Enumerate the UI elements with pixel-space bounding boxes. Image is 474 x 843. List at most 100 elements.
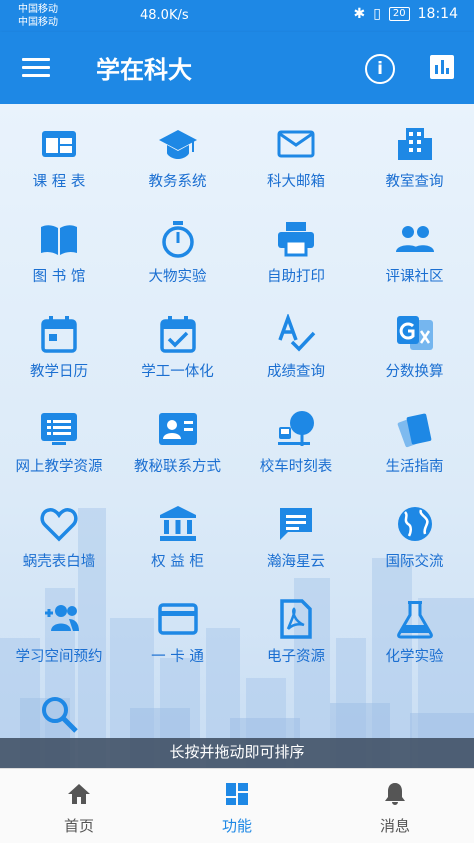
feature-label: 图 书 馆 (32, 269, 86, 285)
feature-label: 化学实验 (385, 649, 444, 665)
feature-item[interactable]: 国际交流 (356, 484, 474, 579)
nav-messages[interactable]: 消息 (316, 769, 474, 843)
feature-item[interactable]: 评课社区 (356, 199, 474, 294)
network-speed: 48.0K/s (140, 8, 189, 23)
home-icon (68, 784, 90, 804)
info-icon[interactable]: i (365, 54, 395, 84)
nav-label: 消息 (379, 817, 410, 835)
nav-label: 功能 (221, 817, 252, 835)
people-icon (395, 226, 434, 252)
feature-item[interactable]: 瀚海星云 (237, 484, 355, 579)
document-list-icon (41, 413, 77, 445)
feature-item[interactable]: 学习空间预约 (0, 579, 118, 674)
pdf-icon (280, 599, 312, 639)
bottom-navigation: 首页 功能 消息 (0, 768, 474, 843)
heart-icon (40, 508, 78, 542)
feature-item[interactable]: 大物实验 (119, 199, 237, 294)
bell-icon (385, 783, 405, 805)
calendar-icon (41, 316, 77, 353)
feature-label: 国际交流 (385, 554, 444, 570)
feature-item[interactable]: 课 程 表 (0, 104, 118, 199)
feature-label: 成绩查询 (267, 364, 325, 380)
feature-item[interactable]: 图 书 馆 (0, 199, 118, 294)
bar-chart-icon[interactable] (430, 55, 454, 79)
feature-item[interactable]: 网上教学资源 (0, 389, 118, 484)
status-right: ✱ ▯ 20 18:14 (353, 6, 458, 22)
nav-functions[interactable]: 功能 (158, 769, 316, 843)
graduation-cap-icon (158, 130, 197, 159)
printer-icon (278, 222, 314, 257)
feature-label: 自助打印 (267, 269, 325, 285)
feature-label: 蜗壳表白墙 (22, 554, 96, 570)
carrier-info: 中国移动 中国移动 (18, 3, 58, 29)
feature-panel: 课 程 表 教务系统 科大邮箱 教室查询图 书 馆 大物实验 自助打印 评课社区教学日历 学工… (0, 104, 474, 768)
group-add-icon (45, 605, 79, 631)
feature-label: 科大邮箱 (267, 174, 325, 190)
event-check-icon (159, 316, 196, 353)
feature-item[interactable]: 校车时刻表 (237, 389, 355, 484)
building-icon (397, 128, 432, 160)
feature-item[interactable]: 权 益 柜 (119, 484, 237, 579)
feature-label: 网上教学资源 (15, 459, 103, 475)
translate-icon (396, 316, 433, 350)
feature-label: 课 程 表 (32, 174, 86, 190)
feature-label: 生活指南 (385, 459, 444, 475)
feature-label: 大物实验 (148, 269, 207, 285)
feature-item[interactable]: 教务系统 (119, 104, 237, 199)
feature-label: 教秘联系方式 (134, 459, 221, 475)
carrier-name: 中国移动 (18, 4, 58, 15)
feature-label: 学习空间预约 (15, 649, 103, 665)
feature-item[interactable]: 学工一体化 (119, 294, 237, 389)
nav-label: 首页 (63, 817, 94, 835)
feature-label: 瀚海星云 (267, 554, 325, 570)
timetable-icon (42, 131, 76, 157)
feature-item[interactable]: 教学日历 (0, 294, 118, 389)
bluetooth-icon: ✱ (353, 6, 366, 22)
flask-icon (396, 601, 433, 639)
feature-item[interactable]: 一 卡 通 (119, 579, 237, 674)
feature-item[interactable]: 生活指南 (356, 389, 474, 484)
feature-item[interactable]: 自助打印 (237, 199, 355, 294)
nav-home[interactable]: 首页 (0, 769, 158, 843)
sort-hint: 长按并拖动即可排序 (0, 738, 474, 768)
feature-label: 一 卡 通 (151, 649, 204, 665)
feature-item[interactable]: 教室查询 (356, 104, 474, 199)
globe-icon (397, 507, 432, 541)
bus-stop-icon (278, 411, 314, 446)
cards-icon (397, 413, 431, 448)
feature-item[interactable]: 电子资源 (237, 579, 355, 674)
status-bar: 中国移动 中国移动 48.0K/s ✱ ▯ 20 18:14 (0, 0, 474, 32)
book-icon (41, 225, 77, 255)
feature-label: 电子资源 (267, 649, 325, 665)
menu-icon[interactable] (22, 58, 50, 78)
feature-label: 教学日历 (30, 364, 88, 380)
feature-label: 分数换算 (385, 364, 444, 380)
card-icon (157, 603, 198, 635)
spellcheck-icon (278, 314, 316, 352)
battery-indicator: 20 (388, 7, 410, 21)
feature-label: 权 益 柜 (151, 554, 204, 570)
app-bar: 学在科大 i (0, 32, 474, 104)
feature-label: 评课社区 (385, 269, 444, 285)
feature-item[interactable]: 科大邮箱 (237, 104, 355, 199)
clock: 18:14 (417, 6, 458, 22)
chat-icon (280, 508, 312, 540)
feature-label: 教务系统 (148, 174, 207, 190)
dashboard-icon (226, 783, 248, 805)
stopwatch-icon (161, 221, 194, 258)
carrier-name-2: 中国移动 (18, 17, 58, 28)
search-icon (42, 697, 78, 733)
feature-item[interactable]: 化学实验 (356, 579, 474, 674)
feature-item[interactable]: 蜗壳表白墙 (0, 484, 118, 579)
contact-card-icon (158, 413, 197, 445)
page-title: 学在科大 (96, 56, 192, 84)
feature-item[interactable]: 成绩查询 (237, 294, 355, 389)
bank-icon (159, 506, 196, 541)
feature-label: 教室查询 (385, 174, 444, 190)
vibrate-icon: ▯ (373, 6, 381, 22)
feature-item[interactable]: 教秘联系方式 (119, 389, 237, 484)
feature-item[interactable]: 分数换算 (356, 294, 474, 389)
mail-icon (277, 130, 315, 158)
feature-label: 学工一体化 (141, 364, 214, 380)
feature-label: 校车时刻表 (259, 459, 333, 475)
